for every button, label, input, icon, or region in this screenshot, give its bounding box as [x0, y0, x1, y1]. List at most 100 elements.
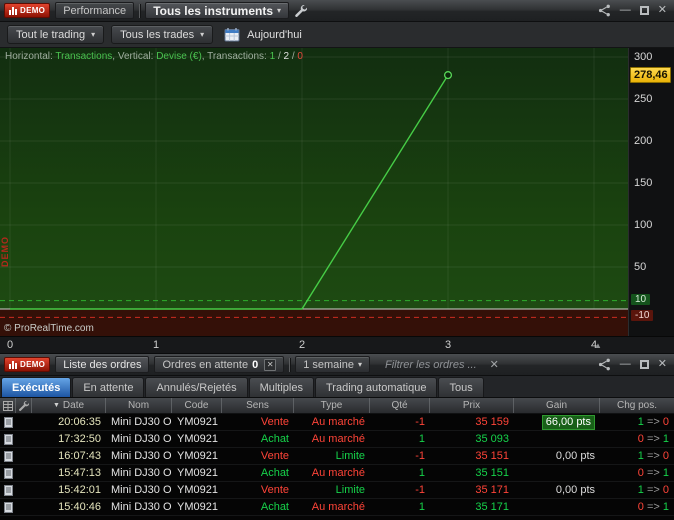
cell-chg-pos: 1 => 0	[637, 484, 669, 496]
chart-y-axis[interactable]: 278,46 300 250 200 150 100 50 10 -10	[628, 48, 674, 336]
chevron-down-icon: ▾	[200, 30, 205, 39]
cell-code: YM0921	[177, 416, 218, 428]
demo-badge: DEMO	[4, 3, 51, 18]
cell-prix: 35 171	[475, 484, 509, 496]
cell-nom: Mini DJ30 O...	[111, 501, 172, 513]
order-doc-icon	[0, 450, 16, 462]
cell-nom: Mini DJ30 O...	[111, 416, 172, 428]
cell-date: 20:06:35	[58, 416, 101, 428]
col-header-prix[interactable]: Prix	[430, 398, 514, 413]
x-tick-label: 1	[153, 339, 160, 351]
x-tick-label: 2	[299, 339, 306, 351]
performance-chart-plot[interactable]: Horizontal: Transactions, Vertical: Devi…	[0, 48, 628, 336]
cell-prix: 35 151	[475, 450, 509, 462]
calendar-icon[interactable]	[224, 27, 240, 42]
col-header-chg[interactable]: Chg pos.	[600, 398, 674, 413]
orders-tabs: Exécutés En attente Annulés/Rejetés Multipl…	[0, 376, 674, 398]
share-icon[interactable]	[598, 4, 611, 17]
clear-filter-icon[interactable]: ✕	[490, 358, 499, 371]
order-row[interactable]: 17:32:50 Mini DJ30 O... YM0921 Achat Au marc…	[0, 431, 674, 448]
instruments-dropdown[interactable]: Tous les instruments ▾	[145, 2, 290, 19]
col-header-sens[interactable]: Sens	[222, 398, 294, 413]
orders-list-tab[interactable]: Liste des ordres	[55, 356, 150, 373]
minimize-icon[interactable]: —	[620, 359, 631, 370]
share-icon[interactable]	[598, 358, 611, 371]
minimize-icon[interactable]: —	[620, 5, 631, 16]
cell-date: 17:32:50	[58, 433, 101, 445]
legend-part: Devise (€)	[156, 51, 202, 62]
order-row[interactable]: 20:06:35 Mini DJ30 O... YM0921 Vente Au marc…	[0, 414, 674, 431]
cell-nom: Mini DJ30 O...	[111, 450, 172, 462]
header-settings-icon[interactable]	[16, 398, 32, 413]
cell-code: YM0921	[177, 450, 218, 462]
order-doc-icon	[0, 501, 16, 513]
cell-qte: -1	[415, 450, 425, 462]
legend-part: /	[275, 51, 284, 62]
legend-part: Transactions	[55, 51, 113, 62]
maximize-icon[interactable]	[639, 360, 649, 369]
maximize-icon[interactable]	[639, 6, 649, 15]
y-tick-label: 100	[634, 219, 653, 231]
wrench-icon[interactable]	[294, 4, 308, 17]
cell-qte: 1	[418, 433, 425, 445]
tab-tous[interactable]: Tous	[438, 377, 484, 397]
order-row[interactable]: 15:40:46 Mini DJ30 O... YM0921 Achat Au marc…	[0, 499, 674, 516]
cell-date: 15:47:13	[58, 467, 101, 479]
col-header-gain[interactable]: Gain	[514, 398, 600, 413]
cell-qte: 1	[418, 501, 425, 513]
close-icon[interactable]: ✕	[658, 359, 667, 370]
chart-legend: Horizontal: Transactions, Vertical: Devi…	[5, 51, 303, 62]
period-dropdown[interactable]: 1 semaine ▾	[295, 356, 370, 373]
orders-filter-input[interactable]: Filtrer les ordres ...	[385, 359, 477, 371]
cell-type: Limite	[335, 484, 365, 496]
order-doc-icon	[0, 416, 16, 428]
demo-label: DEMO	[20, 360, 46, 369]
chart-x-axis[interactable]: ▲ 01234	[0, 336, 674, 354]
trades-filter-dropdown[interactable]: Tous les trades ▾	[111, 25, 214, 44]
cell-code: YM0921	[177, 501, 218, 513]
pending-orders-count: 0	[252, 358, 259, 371]
cell-type: Au marché	[311, 433, 365, 445]
performance-tab[interactable]: Performance	[55, 2, 135, 19]
trading-filter-dropdown[interactable]: Tout le trading ▾	[7, 25, 105, 44]
cell-prix: 35 151	[475, 467, 509, 479]
col-header-nom[interactable]: Nom	[106, 398, 172, 413]
tab-ex-cut-s[interactable]: Exécutés	[1, 377, 72, 397]
chevron-down-icon: ▾	[357, 360, 362, 369]
legend-part: Vertical:	[117, 51, 157, 62]
cell-code: YM0921	[177, 467, 218, 479]
col-header-qte[interactable]: Qté	[370, 398, 430, 413]
pending-orders-tab[interactable]: Ordres en attente 0 ✕	[154, 356, 285, 373]
legend-part: 0	[297, 51, 303, 62]
chevron-down-icon: ▾	[91, 30, 96, 39]
close-pending-tab-icon[interactable]: ✕	[264, 358, 277, 371]
cell-chg-pos: 0 => 1	[637, 501, 669, 513]
close-icon[interactable]: ✕	[658, 5, 667, 16]
x-tick-label: 4	[591, 339, 598, 351]
tab-annul-s-rejet-s[interactable]: Annulés/Rejetés	[145, 377, 248, 397]
cell-prix: 35 093	[475, 433, 509, 445]
trading-workspace: DEMO Performance Tous les instruments ▾ …	[0, 0, 674, 520]
tab-en-attente[interactable]: En attente	[72, 377, 145, 397]
order-row[interactable]: 15:42:01 Mini DJ30 O... YM0921 Vente Limite -…	[0, 482, 674, 499]
period-today-label[interactable]: Aujourd'hui	[247, 29, 302, 41]
col-header-date[interactable]: ▼ Date	[32, 398, 106, 413]
trades-filter-label: Tous les trades	[120, 28, 195, 41]
cell-nom: Mini DJ30 O...	[111, 484, 172, 496]
header-list-icon[interactable]	[0, 398, 16, 413]
orders-table-header: ▼ Date Nom Code Sens Type Qté Prix Gain …	[0, 398, 674, 414]
order-row[interactable]: 16:07:43 Mini DJ30 O... YM0921 Vente Limite -…	[0, 448, 674, 465]
cell-gain: 0,00 pts	[555, 450, 595, 462]
tab-multiples[interactable]: Multiples	[248, 377, 314, 397]
demo-watermark: DEMO	[0, 236, 10, 267]
order-doc-icon	[0, 467, 16, 479]
order-doc-icon	[0, 484, 16, 496]
col-header-code[interactable]: Code	[172, 398, 222, 413]
tab-trading-automatique[interactable]: Trading automatique	[314, 377, 438, 397]
sort-desc-icon: ▼	[52, 402, 60, 409]
cell-date: 15:42:01	[58, 484, 101, 496]
col-header-type[interactable]: Type	[294, 398, 370, 413]
demo-label: DEMO	[20, 6, 46, 15]
cell-sens: Achat	[260, 467, 289, 479]
order-row[interactable]: 15:47:13 Mini DJ30 O... YM0921 Achat Au marc…	[0, 465, 674, 482]
